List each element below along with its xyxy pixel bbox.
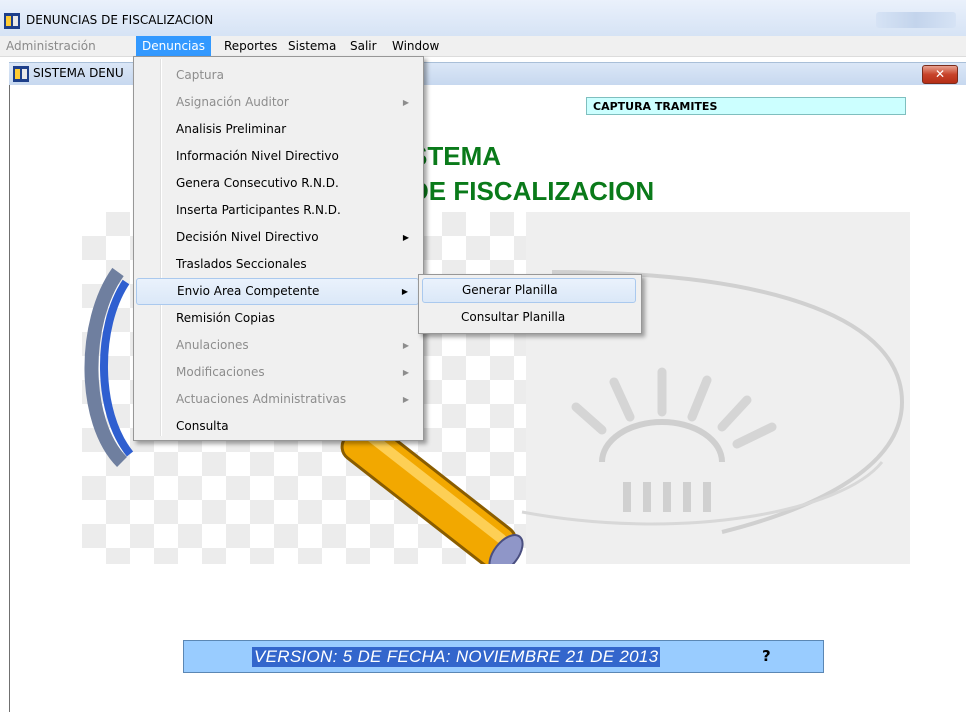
submenu-arrow-icon: ▶ [402,341,409,350]
menu-item-analisis-preliminar[interactable]: Analisis Preliminar [136,116,419,143]
child-window-title: SISTEMA DENU [33,66,124,80]
menu-item-label: Genera Consecutivo R.N.D. [176,176,339,190]
version-text: VERSION: 5 DE FECHA: NOVIEMBRE 21 DE 201… [252,647,661,667]
menu-item-label: Modificaciones [176,365,265,379]
menu-item-label: Analisis Preliminar [176,122,287,136]
menu-item-label: Captura [176,68,224,82]
menu-item-traslados-seccionales[interactable]: Traslados Seccionales [136,251,419,278]
menu-sistema[interactable]: Sistema [282,36,342,56]
cursor-marker: ? [762,647,771,665]
menu-item-label: Remisión Copias [176,311,275,325]
app-icon [4,13,20,29]
window-title: DENUNCIAS DE FISCALIZACION [26,13,214,27]
menu-item-anulaciones[interactable]: Anulaciones ▶ [136,332,419,359]
version-bar: VERSION: 5 DE FECHA: NOVIEMBRE 21 DE 201… [183,640,824,673]
submenu-item-label: Generar Planilla [462,283,558,297]
submenu-arrow-icon: ▶ [402,395,409,404]
menu-item-genera-consecutivo[interactable]: Genera Consecutivo R.N.D. [136,170,419,197]
menu-item-label: Información Nivel Directivo [176,149,339,163]
child-window-border [9,62,10,712]
submenu-item-generar-planilla[interactable]: Generar Planilla [422,278,636,303]
submenu-arrow-icon: ▶ [401,287,408,296]
menu-denuncias[interactable]: Denuncias [136,36,211,56]
submenu-item-label: Consultar Planilla [461,310,566,324]
menu-item-asignacion-auditor[interactable]: Asignación Auditor ▶ [136,89,419,116]
menu-item-remision-copias[interactable]: Remisión Copias [136,305,419,332]
submenu-arrow-icon: ▶ [402,233,409,242]
submenu-arrow-icon: ▶ [402,368,409,377]
menu-item-label: Inserta Participantes R.N.D. [176,203,341,217]
child-window-icon [13,66,29,82]
menu-item-decision-nivel-directivo[interactable]: Decisión Nivel Directivo ▶ [136,224,419,251]
window-titlebar[interactable]: DENUNCIAS DE FISCALIZACION [0,0,966,36]
window-controls [876,12,956,28]
menu-administracion[interactable]: Administración [0,36,102,56]
menu-item-label: Asignación Auditor [176,95,289,109]
close-icon[interactable]: ✕ [922,65,958,84]
submenu-item-consultar-planilla[interactable]: Consultar Planilla [422,305,636,330]
menu-item-consulta[interactable]: Consulta [136,413,419,440]
menu-reportes[interactable]: Reportes [218,36,283,56]
menu-item-captura[interactable]: Captura [136,62,419,89]
menu-item-envio-area-competente[interactable]: Envio Area Competente ▶ [136,278,419,305]
menu-item-label: Traslados Seccionales [176,257,307,271]
submenu-arrow-icon: ▶ [402,98,409,107]
captura-tramites-label: CAPTURA TRAMITES [586,97,906,115]
envio-area-submenu: Generar Planilla Consultar Planilla [418,274,642,334]
menu-item-modificaciones[interactable]: Modificaciones ▶ [136,359,419,386]
menu-item-inserta-participantes[interactable]: Inserta Participantes R.N.D. [136,197,419,224]
denuncias-dropdown-menu: Captura Asignación Auditor ▶ Analisis Pr… [133,56,424,441]
menu-item-actuaciones-administrativas[interactable]: Actuaciones Administrativas ▶ [136,386,419,413]
menu-bar: Administración Denuncias Reportes Sistem… [0,36,966,57]
menu-item-label: Actuaciones Administrativas [176,392,347,406]
menu-item-label: Anulaciones [176,338,249,352]
menu-window[interactable]: Window [386,36,445,56]
system-title-line2: DE FISCALIZACION [410,176,655,206]
menu-item-informacion-nivel-directivo[interactable]: Información Nivel Directivo [136,143,419,170]
menu-salir[interactable]: Salir [344,36,383,56]
menu-item-label: Envio Area Competente [177,284,320,298]
menu-item-label: Decisión Nivel Directivo [176,230,319,244]
menu-item-label: Consulta [176,419,229,433]
